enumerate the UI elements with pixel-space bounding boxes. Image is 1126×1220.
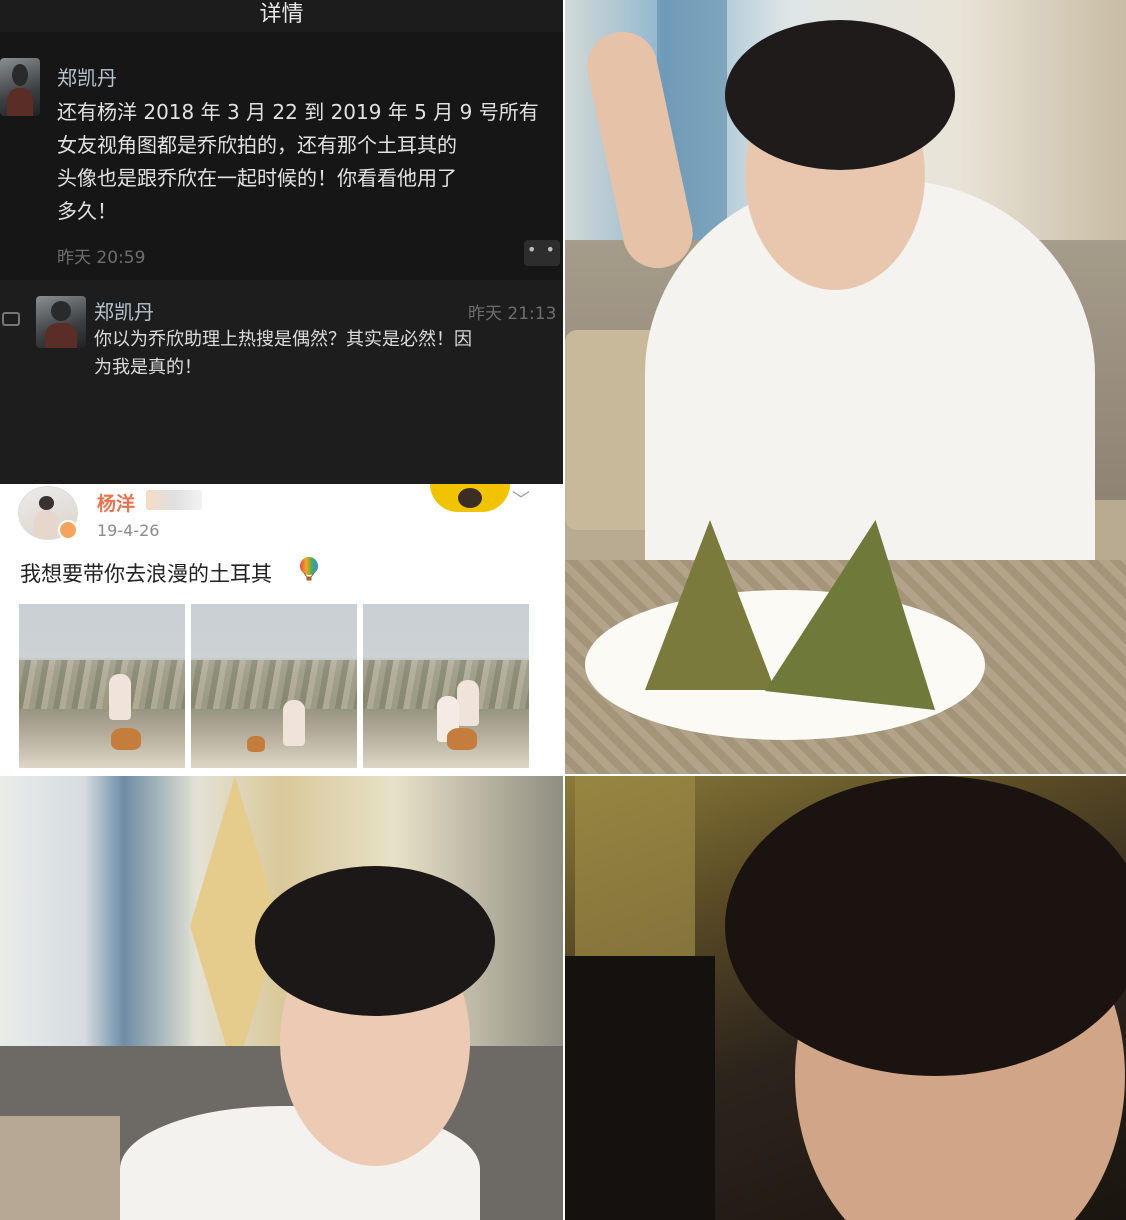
photo-man-eyes-closed (0, 776, 563, 1220)
more-dots-icon[interactable]: • • (524, 240, 560, 266)
post-date: 19-4-26 (97, 521, 160, 540)
member-badge-icon (146, 490, 202, 510)
reply-line-1: 你以为乔欣助理上热搜是偶然？其实是必然！因 (94, 329, 472, 350)
comment-line-1: 还有杨洋 2018 年 3 月 22 到 2019 年 5 月 9 号所有 (57, 100, 539, 124)
photo-man-dim-light (565, 776, 1126, 1220)
chevron-down-icon[interactable]: ﹀ (512, 486, 530, 512)
hot-air-balloon-icon (300, 557, 318, 581)
reply-author[interactable]: 郑凯丹 (94, 296, 154, 325)
page-title: 详情 (0, 0, 563, 32)
commenter-name[interactable]: 郑凯丹 (57, 62, 117, 91)
comment-line-2: 女友视角图都是乔欣拍的，还有那个土耳其的 (57, 133, 457, 157)
post-photo-3[interactable] (363, 604, 529, 768)
commenter-avatar[interactable] (0, 58, 40, 116)
comment-time: 昨天 20:59 (57, 248, 146, 268)
poster-name[interactable]: 杨洋 (97, 489, 135, 516)
comment-bubble-icon[interactable] (2, 312, 20, 326)
reply-line-2: 为我是真的！ (94, 357, 202, 378)
post-photo-2[interactable] (191, 604, 357, 768)
post-text: 我想要带你去浪漫的土耳其 (20, 562, 272, 586)
photo-man-with-zongzi (565, 0, 1126, 774)
comment-line-4: 多久！ (57, 199, 117, 223)
reply-time: 昨天 21:13 (468, 304, 557, 324)
comment-line-3: 头像也是跟乔欣在一起时候的！你看看他用了 (57, 166, 457, 190)
verified-badge-icon (58, 520, 78, 540)
reply-avatar[interactable] (36, 296, 86, 348)
post-photo-1[interactable] (19, 604, 185, 768)
